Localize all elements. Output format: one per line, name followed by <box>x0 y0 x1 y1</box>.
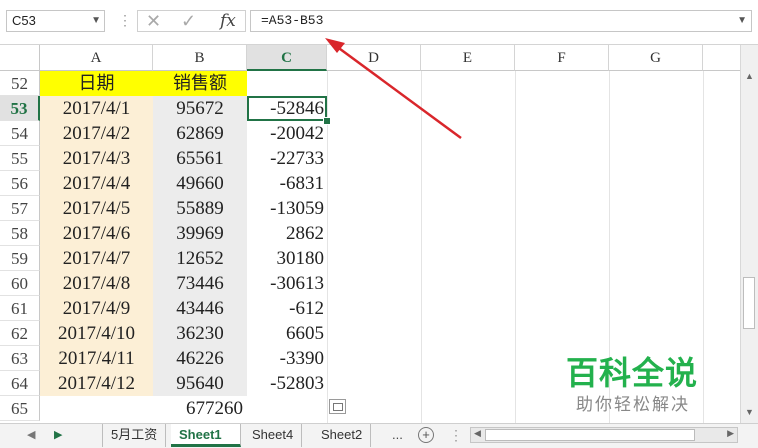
column-header-f[interactable]: F <box>515 45 609 71</box>
cell-date[interactable]: 2017/4/10 <box>40 321 153 346</box>
cell-sales[interactable]: 62869 <box>153 121 247 146</box>
cell-difference[interactable]: 30180 <box>247 246 327 271</box>
cell-sales[interactable]: 95672 <box>153 96 247 121</box>
sheet-tab-5yuegongzi[interactable]: 5月工资 <box>102 424 167 447</box>
cell-sales[interactable]: 73446 <box>153 271 247 296</box>
cell-date-header[interactable]: 日期 <box>40 71 153 96</box>
scroll-down-icon[interactable]: ▼ <box>745 407 754 417</box>
scroll-right-icon[interactable]: ▶ <box>727 428 734 439</box>
chevron-down-icon[interactable]: ▼ <box>91 11 101 31</box>
sheet-tab-sheet4[interactable]: Sheet4 <box>244 424 303 447</box>
name-box[interactable]: C53 ▼ <box>6 10 105 32</box>
drag-handle-icon[interactable]: ⋮ <box>449 427 463 444</box>
cell-sales[interactable]: 95640 <box>153 371 247 396</box>
cell-difference[interactable]: -6831 <box>247 171 327 196</box>
gridline <box>703 71 704 423</box>
cell-date[interactable]: 2017/4/12 <box>40 371 153 396</box>
cell-sales[interactable]: 55889 <box>153 196 247 221</box>
row-header[interactable]: 63 <box>0 346 40 371</box>
formula-bar: C53 ▼ ⋮ ✕ ✓ fx =A53-B53 ▼ <box>0 0 758 45</box>
row-header[interactable]: 61 <box>0 296 40 321</box>
add-sheet-icon[interactable]: + <box>418 427 434 443</box>
more-tabs-button[interactable]: ... <box>392 427 403 442</box>
row-header[interactable]: 59 <box>0 246 40 271</box>
cell-sales[interactable]: 43446 <box>153 296 247 321</box>
row-header[interactable]: 62 <box>0 321 40 346</box>
gridline <box>421 71 422 423</box>
cell-sales[interactable]: 46226 <box>153 346 247 371</box>
cell-date[interactable]: 2017/4/4 <box>40 171 153 196</box>
cell-date[interactable]: 2017/4/5 <box>40 196 153 221</box>
name-box-value: C53 <box>12 13 36 28</box>
cell-value: -52846 <box>270 98 324 119</box>
cell-date[interactable]: 2017/4/1 <box>40 96 153 121</box>
cell-date[interactable]: 2017/4/9 <box>40 296 153 321</box>
row-header[interactable]: 64 <box>0 371 40 396</box>
drag-handle-icon[interactable]: ⋮ <box>118 12 132 29</box>
scroll-up-icon[interactable]: ▲ <box>745 71 754 81</box>
cell-sales[interactable]: 12652 <box>153 246 247 271</box>
column-header-h[interactable] <box>703 45 740 71</box>
cell-difference[interactable]: -3390 <box>247 346 327 371</box>
cell-difference[interactable]: -52803 <box>247 371 327 396</box>
cell-sales[interactable]: 49660 <box>153 171 247 196</box>
cell-date[interactable]: 2017/4/2 <box>40 121 153 146</box>
expand-formula-icon[interactable]: ▼ <box>737 11 747 31</box>
insert-function-icon[interactable]: fx <box>220 11 236 31</box>
cell-sales-header[interactable]: 销售额 <box>153 71 247 96</box>
enter-icon[interactable]: ✓ <box>181 12 196 30</box>
column-header-e[interactable]: E <box>421 45 515 71</box>
scroll-tabs-left-icon[interactable]: ◀ <box>27 428 35 441</box>
paste-options-icon[interactable] <box>329 399 346 414</box>
cell-date[interactable]: 2017/4/7 <box>40 246 153 271</box>
scrollbar-thumb[interactable] <box>743 277 755 329</box>
column-header-g[interactable]: G <box>609 45 703 71</box>
cell-date[interactable]: 2017/4/6 <box>40 221 153 246</box>
row-header[interactable]: 65 <box>0 396 40 421</box>
vertical-scrollbar[interactable]: ▲ ▼ <box>740 45 758 423</box>
cell-sales[interactable]: 39969 <box>153 221 247 246</box>
row-header[interactable]: 60 <box>0 271 40 296</box>
formula-input[interactable]: =A53-B53 ▼ <box>250 10 752 32</box>
sheet-tab-sheet2[interactable]: Sheet2 <box>313 424 372 447</box>
cell-difference[interactable]: -22733 <box>247 146 327 171</box>
cancel-icon[interactable]: ✕ <box>146 12 161 30</box>
gridline <box>515 71 516 423</box>
row-header[interactable]: 56 <box>0 171 40 196</box>
row-header[interactable]: 57 <box>0 196 40 221</box>
row-header[interactable]: 52 <box>0 71 40 96</box>
column-header-d[interactable]: D <box>327 45 421 71</box>
cell-difference[interactable]: 2862 <box>247 221 327 246</box>
cell-sales-total[interactable]: 677260 <box>153 396 247 421</box>
cell-date[interactable]: 2017/4/11 <box>40 346 153 371</box>
select-all-corner[interactable] <box>0 45 40 71</box>
cell-date[interactable]: 2017/4/8 <box>40 271 153 296</box>
cell-sales[interactable]: 65561 <box>153 146 247 171</box>
scroll-tabs-right-icon[interactable]: ▶ <box>54 428 62 441</box>
column-header-c[interactable]: C <box>247 45 327 71</box>
cell-date[interactable]: 2017/4/3 <box>40 146 153 171</box>
row-header[interactable]: 54 <box>0 121 40 146</box>
watermark-logo-text: 百科全说 <box>566 354 699 392</box>
row-header[interactable]: 53 <box>0 96 40 121</box>
cell-difference[interactable]: 6605 <box>247 321 327 346</box>
scrollbar-thumb[interactable] <box>485 429 695 441</box>
row-header[interactable]: 58 <box>0 221 40 246</box>
scroll-left-icon[interactable]: ◀ <box>474 428 481 439</box>
column-header-a[interactable]: A <box>40 45 153 71</box>
cell-difference-selected[interactable]: -52846 <box>247 96 331 125</box>
row-header[interactable]: 55 <box>0 146 40 171</box>
cell-sales[interactable]: 36230 <box>153 321 247 346</box>
formula-text: =A53-B53 <box>261 13 324 28</box>
cell-difference[interactable]: -612 <box>247 296 327 321</box>
watermark-subtitle: 助你轻松解决 <box>576 395 690 415</box>
column-header-b[interactable]: B <box>153 45 247 71</box>
horizontal-scrollbar[interactable]: ◀ ▶ <box>470 427 738 443</box>
sheet-tab-sheet1[interactable]: Sheet1 <box>171 424 241 447</box>
cell-difference[interactable]: -30613 <box>247 271 327 296</box>
sheet-tab-bar: ◀ ▶ 5月工资 Sheet1 Sheet4 Sheet2 ... + ⋮ ◀ … <box>0 423 758 448</box>
cell-difference[interactable]: -20042 <box>247 121 327 146</box>
cell-difference[interactable]: -13059 <box>247 196 327 221</box>
